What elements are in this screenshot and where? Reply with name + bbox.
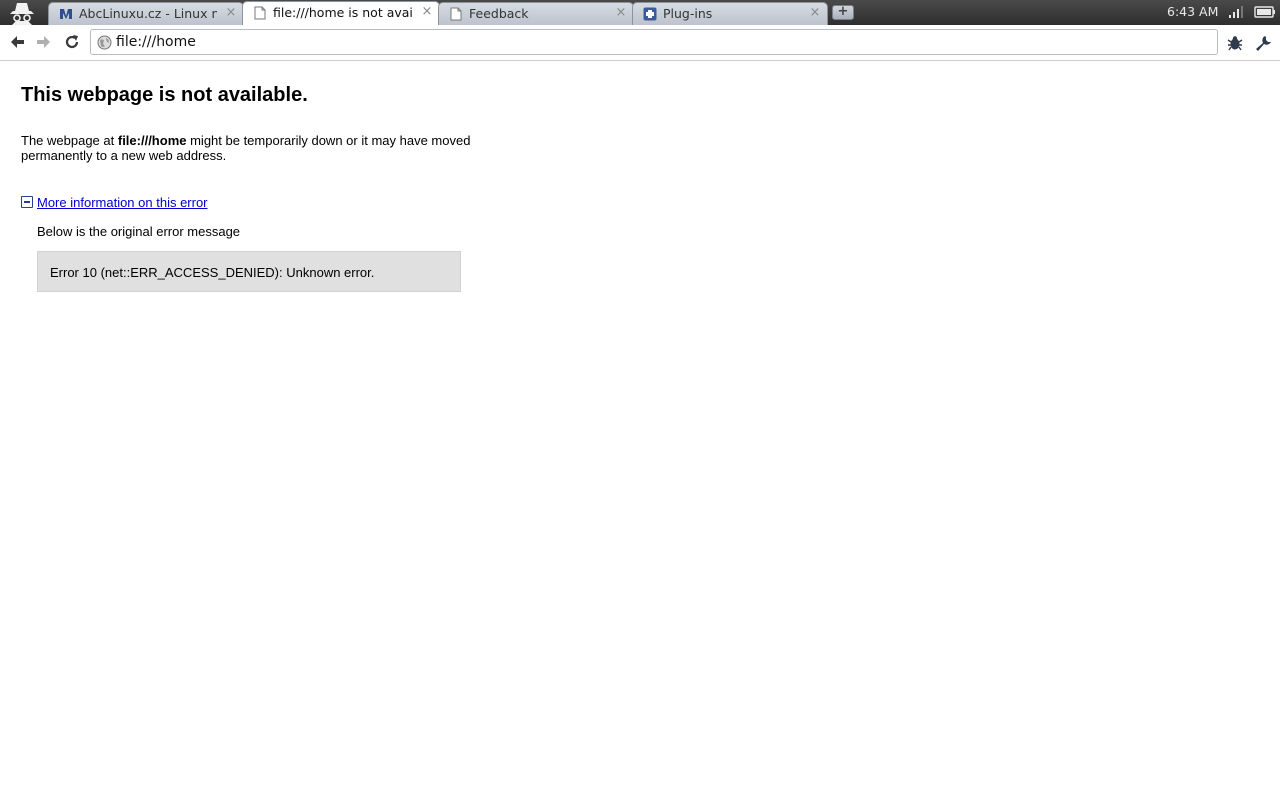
page-content: This webpage is not available. The webpa… — [0, 62, 1280, 800]
tab-close-button[interactable]: × — [225, 6, 237, 20]
address-bar-url[interactable]: file:///home — [116, 34, 196, 51]
browser-toolbar: file:///home — [0, 25, 1280, 61]
tab-file-home[interactable]: file:///home is not avail... × — [242, 1, 440, 25]
page-icon — [450, 7, 462, 21]
tab-title: AbcLinuxu.cz - Linux na... — [79, 6, 217, 21]
tab-feedback[interactable]: Feedback × — [438, 2, 634, 25]
puzzle-icon — [643, 7, 657, 21]
error-message: Error 10 (net::ERR_ACCESS_DENIED): Unkno… — [50, 265, 375, 280]
new-tab-button[interactable]: + — [832, 5, 854, 20]
desc-prefix: The webpage at — [21, 133, 118, 148]
error-message-box: Error 10 (net::ERR_ACCESS_DENIED): Unkno… — [37, 251, 461, 292]
error-heading: This webpage is not available. — [21, 84, 308, 106]
globe-icon — [97, 35, 112, 50]
error-description: The webpage at file:///home might be tem… — [21, 133, 481, 163]
abclinuxu-favicon-icon — [60, 9, 72, 19]
tab-title: Feedback — [469, 6, 529, 21]
reload-icon[interactable] — [63, 33, 81, 51]
extension-bug-icon[interactable] — [1226, 34, 1244, 52]
incognito-icon — [10, 3, 34, 25]
collapse-icon[interactable] — [21, 196, 33, 208]
page-icon — [254, 6, 266, 20]
system-clock: 6:43 AM — [1167, 4, 1219, 19]
tab-strip: AbcLinuxu.cz - Linux na... × file:///hom… — [0, 0, 1280, 25]
signal-strength-icon[interactable] — [1228, 5, 1244, 19]
tab-plugins[interactable]: Plug-ins × — [632, 2, 828, 25]
tab-close-button[interactable]: × — [421, 5, 433, 19]
desc-url: file:///home — [117, 133, 187, 148]
tab-close-button[interactable]: × — [809, 6, 821, 20]
back-arrow-icon[interactable] — [8, 33, 26, 51]
tab-abclinuxu[interactable]: AbcLinuxu.cz - Linux na... × — [48, 2, 244, 25]
address-bar[interactable]: file:///home — [90, 29, 1218, 55]
forward-arrow-icon[interactable] — [35, 33, 53, 51]
tab-title: file:///home is not avail... — [273, 5, 413, 20]
tab-close-button[interactable]: × — [615, 6, 627, 20]
battery-icon[interactable] — [1254, 5, 1276, 19]
original-error-label: Below is the original error message — [37, 224, 241, 239]
wrench-menu-icon[interactable] — [1254, 34, 1272, 52]
more-info-link[interactable]: More information on this error — [37, 195, 208, 210]
tab-title: Plug-ins — [663, 6, 713, 21]
